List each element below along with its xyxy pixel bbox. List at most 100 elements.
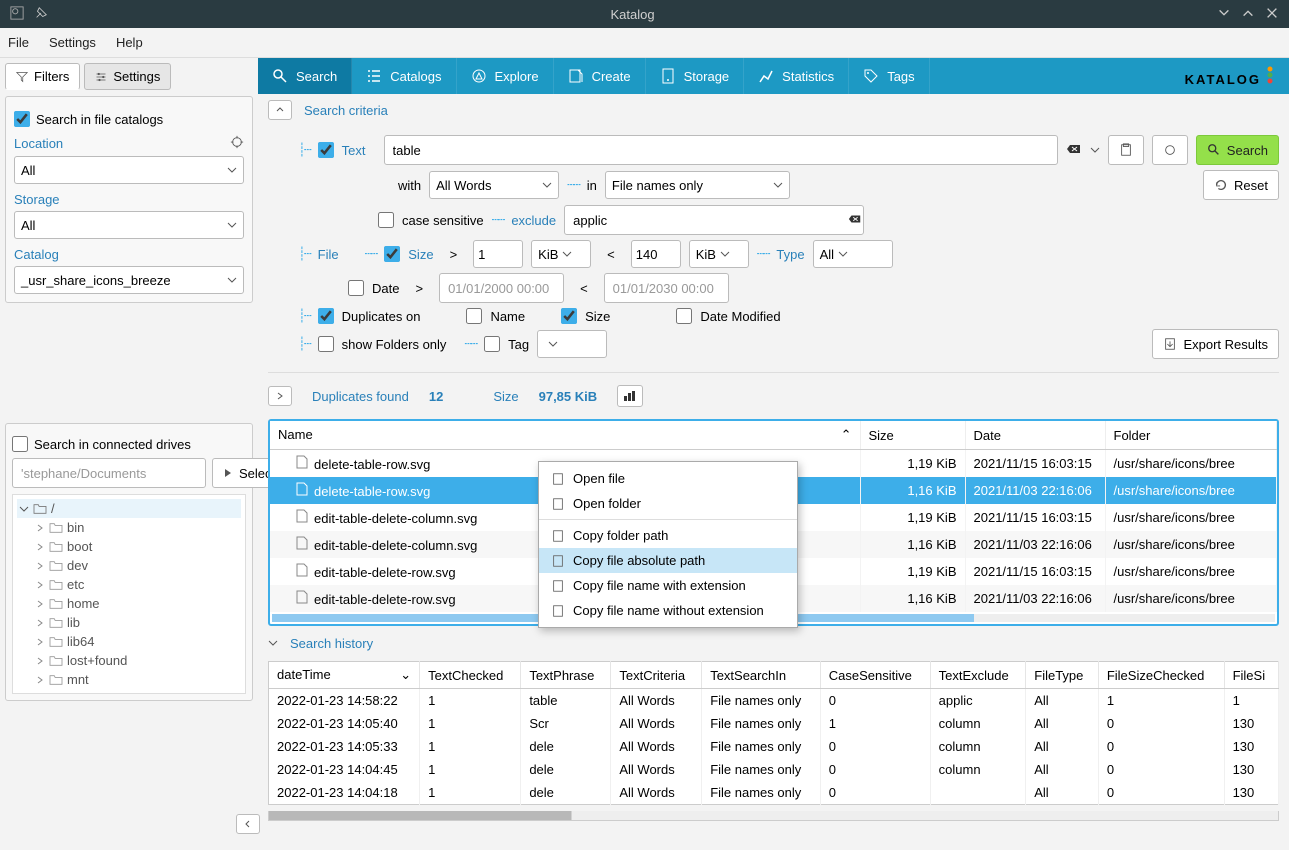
tree-item[interactable]: home: [17, 594, 241, 613]
hist-col[interactable]: dateTime ⌄: [269, 662, 420, 689]
hist-col[interactable]: TextExclude: [930, 662, 1026, 689]
paste-button[interactable]: [1108, 135, 1144, 165]
file-tree[interactable]: / bin boot dev etc home lib lib64 lost+f…: [12, 494, 246, 694]
history-scrollbar[interactable]: [268, 811, 1279, 821]
tab-filters[interactable]: Filters: [5, 63, 80, 90]
tool-search[interactable]: Search: [258, 58, 352, 94]
col-size[interactable]: Size: [860, 421, 965, 450]
hist-col[interactable]: FileSizeChecked: [1098, 662, 1224, 689]
input-exclude[interactable]: [564, 205, 864, 235]
chk-text[interactable]: [318, 142, 334, 158]
tool-statistics[interactable]: Statistics: [744, 58, 849, 94]
tool-storage[interactable]: Storage: [646, 58, 745, 94]
tool-create[interactable]: Create: [554, 58, 646, 94]
select-catalog[interactable]: _usr_share_icons_breeze: [14, 266, 244, 294]
tree-item[interactable]: bin: [17, 518, 241, 537]
menu-settings[interactable]: Settings: [49, 35, 96, 50]
clear-exclude-icon[interactable]: [848, 212, 862, 229]
collapse-sidebar-button[interactable]: [236, 814, 260, 834]
tab-settings[interactable]: Settings: [84, 63, 171, 90]
hist-col[interactable]: FileSi: [1224, 662, 1278, 689]
menu-file[interactable]: File: [8, 35, 29, 50]
chk-dup-name[interactable]: [466, 308, 482, 324]
ctx-item[interactable]: Copy file name without extension: [539, 598, 797, 623]
select-size-to-unit[interactable]: KiB: [689, 240, 749, 268]
reset-button[interactable]: Reset: [1203, 170, 1279, 200]
col-folder[interactable]: Folder: [1105, 421, 1277, 450]
col-name[interactable]: Name ⌃: [270, 421, 860, 450]
history-row[interactable]: 2022-01-23 14:05:331deleAll WordsFile na…: [269, 735, 1279, 758]
doc-icon: [551, 472, 565, 486]
input-size-from[interactable]: [473, 240, 523, 268]
chk-tag[interactable]: [484, 336, 500, 352]
hist-col[interactable]: TextChecked: [420, 662, 521, 689]
input-date-to: [604, 273, 729, 303]
select-tag[interactable]: [537, 330, 607, 358]
ctx-item[interactable]: Copy folder path: [539, 523, 797, 548]
hist-col[interactable]: TextPhrase: [521, 662, 611, 689]
select-location[interactable]: All: [14, 156, 244, 184]
chk-search-drives[interactable]: [12, 436, 28, 452]
tree-item[interactable]: mnt: [17, 670, 241, 689]
history-row[interactable]: 2022-01-23 14:04:181deleAll WordsFile na…: [269, 781, 1279, 805]
chk-size[interactable]: [384, 246, 400, 262]
tree-item[interactable]: lib: [17, 613, 241, 632]
history-row[interactable]: 2022-01-23 14:05:401ScrAll WordsFile nam…: [269, 712, 1279, 735]
chk-folders-only[interactable]: [318, 336, 334, 352]
tool-catalogs[interactable]: Catalogs: [352, 58, 456, 94]
select-with[interactable]: All Words: [429, 171, 559, 199]
chk-duplicates[interactable]: [318, 308, 334, 324]
lbl-storage: Storage: [14, 192, 60, 207]
tool-statistics-label: Statistics: [782, 69, 834, 84]
hist-col[interactable]: TextSearchIn: [702, 662, 821, 689]
hist-col[interactable]: FileType: [1026, 662, 1099, 689]
clear-text-icon[interactable]: [1066, 141, 1082, 160]
tree-item[interactable]: boot: [17, 537, 241, 556]
ctx-item[interactable]: Open folder: [539, 491, 797, 516]
export-button[interactable]: Export Results: [1152, 329, 1279, 359]
menu-help[interactable]: Help: [116, 35, 143, 50]
hist-col[interactable]: TextCriteria: [611, 662, 702, 689]
toggle-criteria[interactable]: [268, 100, 292, 120]
lbl-in: in: [587, 178, 597, 193]
toggle-history[interactable]: [268, 636, 278, 651]
tree-item[interactable]: dev: [17, 556, 241, 575]
tree-item[interactable]: lost+found: [17, 651, 241, 670]
aim-icon[interactable]: [230, 135, 244, 152]
chk-dup-size[interactable]: [561, 308, 577, 324]
select-size-from-unit[interactable]: KiB: [531, 240, 591, 268]
close-icon[interactable]: [1265, 6, 1279, 23]
input-search-text[interactable]: [384, 135, 1058, 165]
window-title: Katalog: [48, 7, 1217, 22]
tool-explore-label: Explore: [495, 69, 539, 84]
select-type[interactable]: All: [813, 240, 893, 268]
lbl-with: with: [398, 178, 421, 193]
history-row[interactable]: 2022-01-23 14:58:221tableAll WordsFile n…: [269, 689, 1279, 713]
chk-search-catalogs[interactable]: [14, 111, 30, 127]
hist-col[interactable]: CaseSensitive: [820, 662, 930, 689]
pin-icon[interactable]: [34, 6, 48, 23]
chk-dup-date[interactable]: [676, 308, 692, 324]
col-date[interactable]: Date: [965, 421, 1105, 450]
toggle-results[interactable]: [268, 386, 292, 406]
ctx-item[interactable]: Copy file name with extension: [539, 573, 797, 598]
tool-explore[interactable]: Explore: [457, 58, 554, 94]
chk-date[interactable]: [348, 280, 364, 296]
maximize-icon[interactable]: [1241, 6, 1255, 23]
minimize-icon[interactable]: [1217, 6, 1231, 23]
input-size-to[interactable]: [631, 240, 681, 268]
target-button[interactable]: [1152, 135, 1188, 165]
ctx-item[interactable]: Copy file absolute path: [539, 548, 797, 573]
select-storage[interactable]: All: [14, 211, 244, 239]
criteria-header: Search criteria: [304, 103, 388, 118]
search-button[interactable]: Search: [1196, 135, 1279, 165]
history-row[interactable]: 2022-01-23 14:04:451deleAll WordsFile na…: [269, 758, 1279, 781]
tree-item[interactable]: lib64: [17, 632, 241, 651]
chart-button[interactable]: [617, 385, 643, 407]
tool-tags[interactable]: Tags: [849, 58, 929, 94]
ctx-item[interactable]: Open file: [539, 466, 797, 491]
chk-case[interactable]: [378, 212, 394, 228]
select-in[interactable]: File names only: [605, 171, 790, 199]
tree-item[interactable]: etc: [17, 575, 241, 594]
history-dropdown-icon[interactable]: [1090, 143, 1100, 158]
